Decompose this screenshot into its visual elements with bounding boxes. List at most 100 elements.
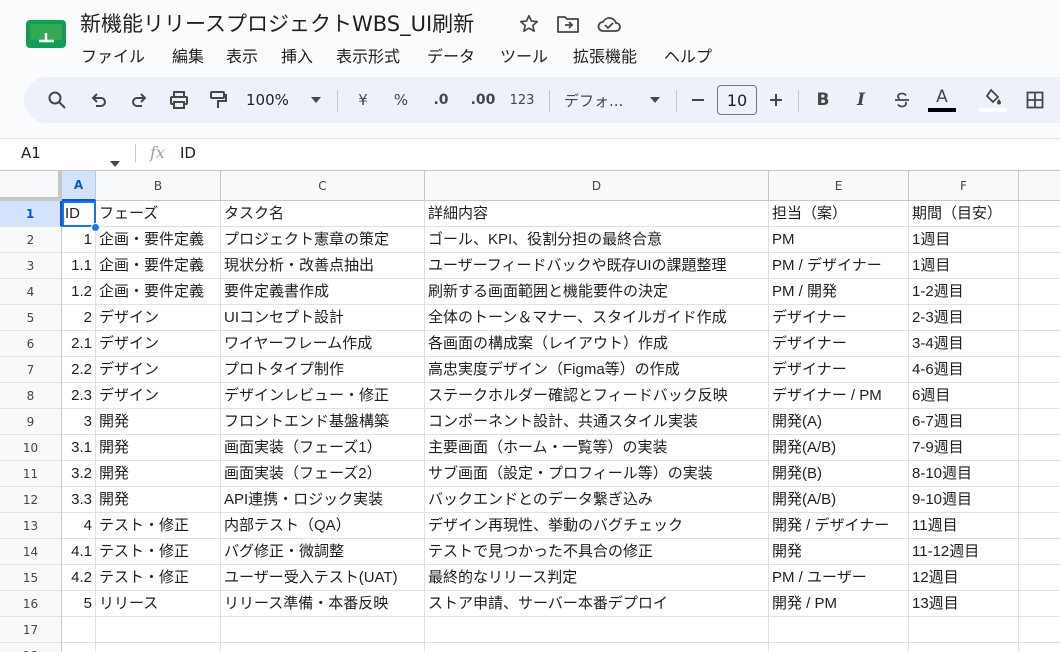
cell-blank[interactable]: [1019, 227, 1060, 253]
cell-blank[interactable]: [1019, 409, 1060, 435]
cell-a14[interactable]: 4.1: [62, 539, 96, 565]
undo-icon[interactable]: [86, 77, 112, 123]
fill-color-icon[interactable]: [978, 77, 1008, 123]
decrease-decimal-button[interactable]: .0: [426, 77, 456, 123]
row-header[interactable]: 3: [0, 253, 62, 279]
cell-d2[interactable]: ゴール、KPI、役割分担の最終合意: [425, 227, 769, 253]
cell-c15[interactable]: ユーザー受入テスト(UAT): [221, 565, 425, 591]
cell-d13[interactable]: デザイン再現性、挙動のバグチェック: [425, 513, 769, 539]
cell-a5[interactable]: 2: [62, 305, 96, 331]
cell-blank[interactable]: [1019, 487, 1060, 513]
bold-button[interactable]: B: [812, 77, 834, 123]
cell-e17[interactable]: [769, 617, 909, 643]
cell-b6[interactable]: デザイン: [96, 331, 221, 357]
cell-b2[interactable]: 企画・要件定義: [96, 227, 221, 253]
cell-a7[interactable]: 2.2: [62, 357, 96, 383]
document-title[interactable]: 新機能リリースプロジェクトWBS_UI刷新: [80, 8, 474, 38]
menu-view[interactable]: 表示: [226, 43, 258, 67]
cell-a6[interactable]: 2.1: [62, 331, 96, 357]
cell-b16[interactable]: リリース: [96, 591, 221, 617]
cell-c16[interactable]: リリース準備・本番反映: [221, 591, 425, 617]
cell-d14[interactable]: テストで見つかった不具合の修正: [425, 539, 769, 565]
cell-d11[interactable]: サブ画面（設定・プロフィール等）の実装: [425, 461, 769, 487]
cell-e3[interactable]: PM / デザイナー: [769, 253, 909, 279]
cell-e11[interactable]: 開発(B): [769, 461, 909, 487]
row-header[interactable]: 7: [0, 357, 62, 383]
cell-a17[interactable]: [62, 617, 96, 643]
cell-d16[interactable]: ストア申請、サーバー本番デプロイ: [425, 591, 769, 617]
cell-f12[interactable]: 9-10週目: [909, 487, 1019, 513]
row-header[interactable]: 12: [0, 487, 62, 513]
decrease-font-size-icon[interactable]: [688, 77, 708, 123]
cell-e1[interactable]: 担当（案）: [769, 201, 909, 227]
cell-blank[interactable]: [1019, 591, 1060, 617]
column-header-e[interactable]: E: [769, 171, 909, 201]
name-box[interactable]: A1: [21, 144, 41, 162]
cell-c14[interactable]: バグ修正・微調整: [221, 539, 425, 565]
cell-c7[interactable]: プロトタイプ制作: [221, 357, 425, 383]
cell-b3[interactable]: 企画・要件定義: [96, 253, 221, 279]
cell-d9[interactable]: コンポーネント設計、共通スタイル実装: [425, 409, 769, 435]
redo-icon[interactable]: [126, 77, 152, 123]
cell-b15[interactable]: テスト・修正: [96, 565, 221, 591]
cell-b8[interactable]: デザイン: [96, 383, 221, 409]
fill-handle[interactable]: [91, 223, 100, 232]
cell-c11[interactable]: 画面実装（フェーズ2）: [221, 461, 425, 487]
cell-a15[interactable]: 4.2: [62, 565, 96, 591]
cell-blank[interactable]: [1019, 383, 1060, 409]
move-to-folder-icon[interactable]: [556, 13, 579, 35]
cell-f14[interactable]: 11-12週目: [909, 539, 1019, 565]
zoom-select[interactable]: 100%: [246, 77, 300, 123]
cell-f8[interactable]: 6週目: [909, 383, 1019, 409]
cell-d5[interactable]: 全体のトーン＆マナー、スタイルガイド作成: [425, 305, 769, 331]
cell-f1[interactable]: 期間（目安）: [909, 201, 1019, 227]
cell-d1[interactable]: 詳細内容: [425, 201, 769, 227]
select-all-corner[interactable]: [0, 171, 62, 201]
cell-f5[interactable]: 2-3週目: [909, 305, 1019, 331]
cell-b14[interactable]: テスト・修正: [96, 539, 221, 565]
row-header[interactable]: 4: [0, 279, 62, 305]
cell-f17[interactable]: [909, 617, 1019, 643]
cell-f16[interactable]: 13週目: [909, 591, 1019, 617]
cell-f6[interactable]: 3-4週目: [909, 331, 1019, 357]
cell-blank[interactable]: [1019, 513, 1060, 539]
currency-format-button[interactable]: ¥: [352, 77, 374, 123]
cell-blank[interactable]: [1019, 279, 1060, 305]
cell-blank[interactable]: [1019, 435, 1060, 461]
cell-blank[interactable]: [1019, 305, 1060, 331]
row-header[interactable]: 6: [0, 331, 62, 357]
cell-d6[interactable]: 各画面の構成案（レイアウト）作成: [425, 331, 769, 357]
cell-blank[interactable]: [1019, 539, 1060, 565]
cell-b9[interactable]: 開発: [96, 409, 221, 435]
cell-c6[interactable]: ワイヤーフレーム作成: [221, 331, 425, 357]
row-header[interactable]: 13: [0, 513, 62, 539]
number-format-button[interactable]: 123: [506, 77, 538, 123]
text-color-button[interactable]: A: [927, 77, 957, 123]
row-header[interactable]: 11: [0, 461, 62, 487]
font-size-input[interactable]: 10: [717, 85, 757, 115]
paint-format-icon[interactable]: [205, 77, 231, 123]
menu-data[interactable]: データ: [427, 43, 475, 67]
increase-decimal-button[interactable]: .00: [466, 77, 500, 123]
cell-d4[interactable]: 刷新する画面範囲と機能要件の決定: [425, 279, 769, 305]
menu-help[interactable]: ヘルプ: [664, 43, 712, 67]
cell-c3[interactable]: 現状分析・改善点抽出: [221, 253, 425, 279]
cell-f11[interactable]: 8-10週目: [909, 461, 1019, 487]
cell-c13[interactable]: 内部テスト（QA）: [221, 513, 425, 539]
row-header[interactable]: 5: [0, 305, 62, 331]
row-header[interactable]: 8: [0, 383, 62, 409]
cell-a16[interactable]: 5: [62, 591, 96, 617]
cell-blank[interactable]: [1019, 253, 1060, 279]
cell-f9[interactable]: 6-7週目: [909, 409, 1019, 435]
column-header-f[interactable]: F: [909, 171, 1019, 201]
cell-a4[interactable]: 1.2: [62, 279, 96, 305]
row-header[interactable]: 15: [0, 565, 62, 591]
cell-e7[interactable]: デザイナー: [769, 357, 909, 383]
cell-e15[interactable]: PM / ユーザー: [769, 565, 909, 591]
row-header[interactable]: 1: [0, 201, 62, 227]
row-header[interactable]: 10: [0, 435, 62, 461]
cell-c2[interactable]: プロジェクト憲章の策定: [221, 227, 425, 253]
cell-e12[interactable]: 開発(A/B): [769, 487, 909, 513]
column-header-a[interactable]: A: [62, 171, 96, 201]
cell-e13[interactable]: 開発 / デザイナー: [769, 513, 909, 539]
